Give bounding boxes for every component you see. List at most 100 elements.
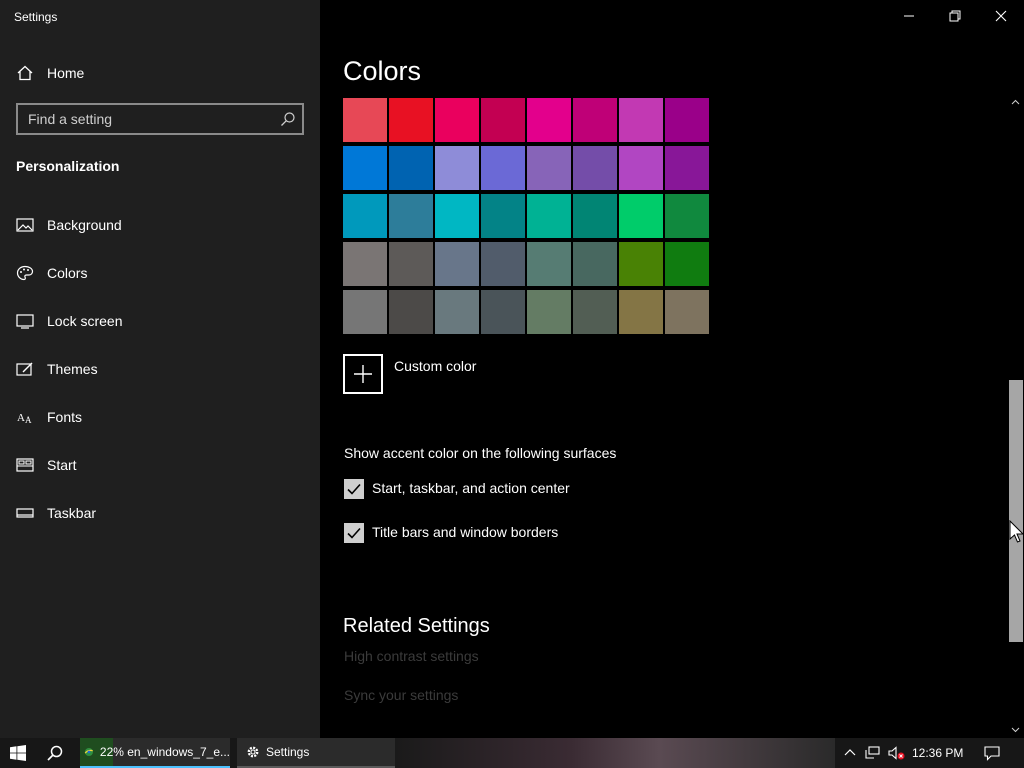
browser-icon bbox=[84, 747, 93, 757]
color-swatch[interactable] bbox=[573, 290, 617, 334]
checkbox[interactable] bbox=[344, 479, 364, 499]
color-swatch[interactable] bbox=[389, 290, 433, 334]
network-button[interactable] bbox=[862, 738, 884, 768]
surfaces-label: Show accent color on the following surfa… bbox=[344, 445, 617, 461]
color-swatch[interactable] bbox=[573, 146, 617, 190]
sidebar-item-label: Themes bbox=[47, 361, 98, 377]
color-swatch[interactable] bbox=[573, 194, 617, 238]
taskbar-app-settings[interactable]: Settings bbox=[237, 738, 395, 768]
window-title: Settings bbox=[14, 10, 58, 24]
color-swatch[interactable] bbox=[573, 98, 617, 142]
custom-color-label: Custom color bbox=[394, 358, 477, 374]
color-swatch[interactable] bbox=[527, 290, 571, 334]
taskbar-app-label: 22% en_windows_7_e... bbox=[99, 745, 230, 759]
color-swatch[interactable] bbox=[619, 98, 663, 142]
sidebar-item-lock-screen[interactable]: Lock screen bbox=[0, 301, 320, 341]
color-swatch[interactable] bbox=[573, 242, 617, 286]
color-swatch[interactable] bbox=[481, 98, 525, 142]
sidebar-item-colors[interactable]: Colors bbox=[0, 253, 320, 293]
sidebar-item-taskbar[interactable]: Taskbar bbox=[0, 493, 320, 533]
sync-settings-link[interactable]: Sync your settings bbox=[344, 687, 458, 703]
checkbox[interactable] bbox=[344, 523, 364, 543]
sidebar-item-start[interactable]: Start bbox=[0, 445, 320, 485]
checkmark-icon bbox=[347, 527, 361, 539]
clock[interactable]: 12:36 PM bbox=[912, 746, 963, 760]
sidebar-item-label: Start bbox=[47, 457, 77, 473]
fonts-icon: AA bbox=[16, 409, 34, 425]
color-swatch[interactable] bbox=[527, 242, 571, 286]
search-box[interactable] bbox=[16, 103, 304, 135]
color-swatch[interactable] bbox=[435, 242, 479, 286]
high-contrast-link[interactable]: High contrast settings bbox=[344, 648, 479, 664]
color-swatch[interactable] bbox=[619, 194, 663, 238]
scroll-up-icon[interactable] bbox=[1007, 96, 1024, 108]
lock-screen-icon bbox=[16, 313, 34, 329]
sidebar: Settings Home Personalization Background bbox=[0, 0, 320, 738]
home-label: Home bbox=[47, 65, 85, 81]
color-swatch[interactable] bbox=[527, 146, 571, 190]
color-swatch[interactable] bbox=[389, 242, 433, 286]
sidebar-item-fonts[interactable]: AA Fonts bbox=[0, 397, 320, 437]
search-button[interactable] bbox=[38, 738, 72, 768]
color-swatch[interactable] bbox=[481, 242, 525, 286]
color-swatch[interactable] bbox=[527, 194, 571, 238]
volume-muted-icon bbox=[888, 746, 905, 760]
color-swatch[interactable] bbox=[665, 290, 709, 334]
settings-window: Settings Home Personalization Background bbox=[0, 0, 1024, 738]
color-swatch[interactable] bbox=[527, 98, 571, 142]
color-swatch[interactable] bbox=[435, 290, 479, 334]
color-swatch[interactable] bbox=[343, 98, 387, 142]
scroll-thumb[interactable] bbox=[1009, 380, 1023, 642]
taskbar-app-download[interactable]: 22% en_windows_7_e... bbox=[80, 738, 230, 768]
svg-text:A: A bbox=[17, 412, 25, 424]
start-icon bbox=[16, 457, 34, 473]
color-swatch[interactable] bbox=[343, 290, 387, 334]
color-swatch[interactable] bbox=[481, 194, 525, 238]
color-swatch[interactable] bbox=[343, 194, 387, 238]
network-icon bbox=[865, 746, 880, 759]
notifications-icon bbox=[984, 746, 1000, 761]
color-swatch[interactable] bbox=[665, 146, 709, 190]
color-swatch[interactable] bbox=[619, 290, 663, 334]
color-swatch[interactable] bbox=[435, 194, 479, 238]
windows-logo-icon bbox=[10, 745, 26, 761]
gear-icon bbox=[247, 746, 259, 758]
search-input[interactable] bbox=[28, 110, 268, 128]
show-hidden-icons-button[interactable] bbox=[840, 738, 860, 768]
color-swatch[interactable] bbox=[665, 98, 709, 142]
minimize-button[interactable] bbox=[886, 0, 932, 32]
color-swatch[interactable] bbox=[619, 146, 663, 190]
checkbox-label: Title bars and window borders bbox=[372, 524, 559, 540]
checkmark-icon bbox=[347, 483, 361, 495]
action-center-button[interactable] bbox=[980, 738, 1004, 768]
sidebar-item-background[interactable]: Background bbox=[0, 205, 320, 245]
color-swatch[interactable] bbox=[343, 146, 387, 190]
color-swatch[interactable] bbox=[665, 194, 709, 238]
restore-icon bbox=[949, 10, 961, 22]
color-swatch[interactable] bbox=[619, 242, 663, 286]
taskbar-icon bbox=[16, 505, 34, 521]
close-button[interactable] bbox=[978, 0, 1024, 32]
search-icon[interactable] bbox=[280, 111, 296, 127]
volume-button[interactable] bbox=[886, 738, 908, 768]
custom-color-button[interactable] bbox=[343, 354, 383, 394]
plus-icon bbox=[354, 365, 372, 383]
color-swatch[interactable] bbox=[389, 146, 433, 190]
mouse-cursor-icon bbox=[1009, 520, 1024, 543]
color-swatch[interactable] bbox=[481, 290, 525, 334]
color-swatch[interactable] bbox=[481, 146, 525, 190]
color-swatch[interactable] bbox=[435, 98, 479, 142]
color-swatch[interactable] bbox=[665, 242, 709, 286]
sidebar-item-themes[interactable]: Themes bbox=[0, 349, 320, 389]
scroll-down-icon[interactable] bbox=[1007, 724, 1024, 736]
page-title: Colors bbox=[343, 56, 422, 86]
color-swatch[interactable] bbox=[343, 242, 387, 286]
checkbox-label: Start, taskbar, and action center bbox=[372, 480, 570, 496]
start-button[interactable] bbox=[0, 738, 36, 768]
color-swatch[interactable] bbox=[389, 194, 433, 238]
home-button[interactable]: Home bbox=[0, 53, 320, 93]
color-swatch[interactable] bbox=[435, 146, 479, 190]
svg-text:A: A bbox=[25, 415, 32, 425]
color-swatch[interactable] bbox=[389, 98, 433, 142]
restore-button[interactable] bbox=[932, 0, 978, 32]
